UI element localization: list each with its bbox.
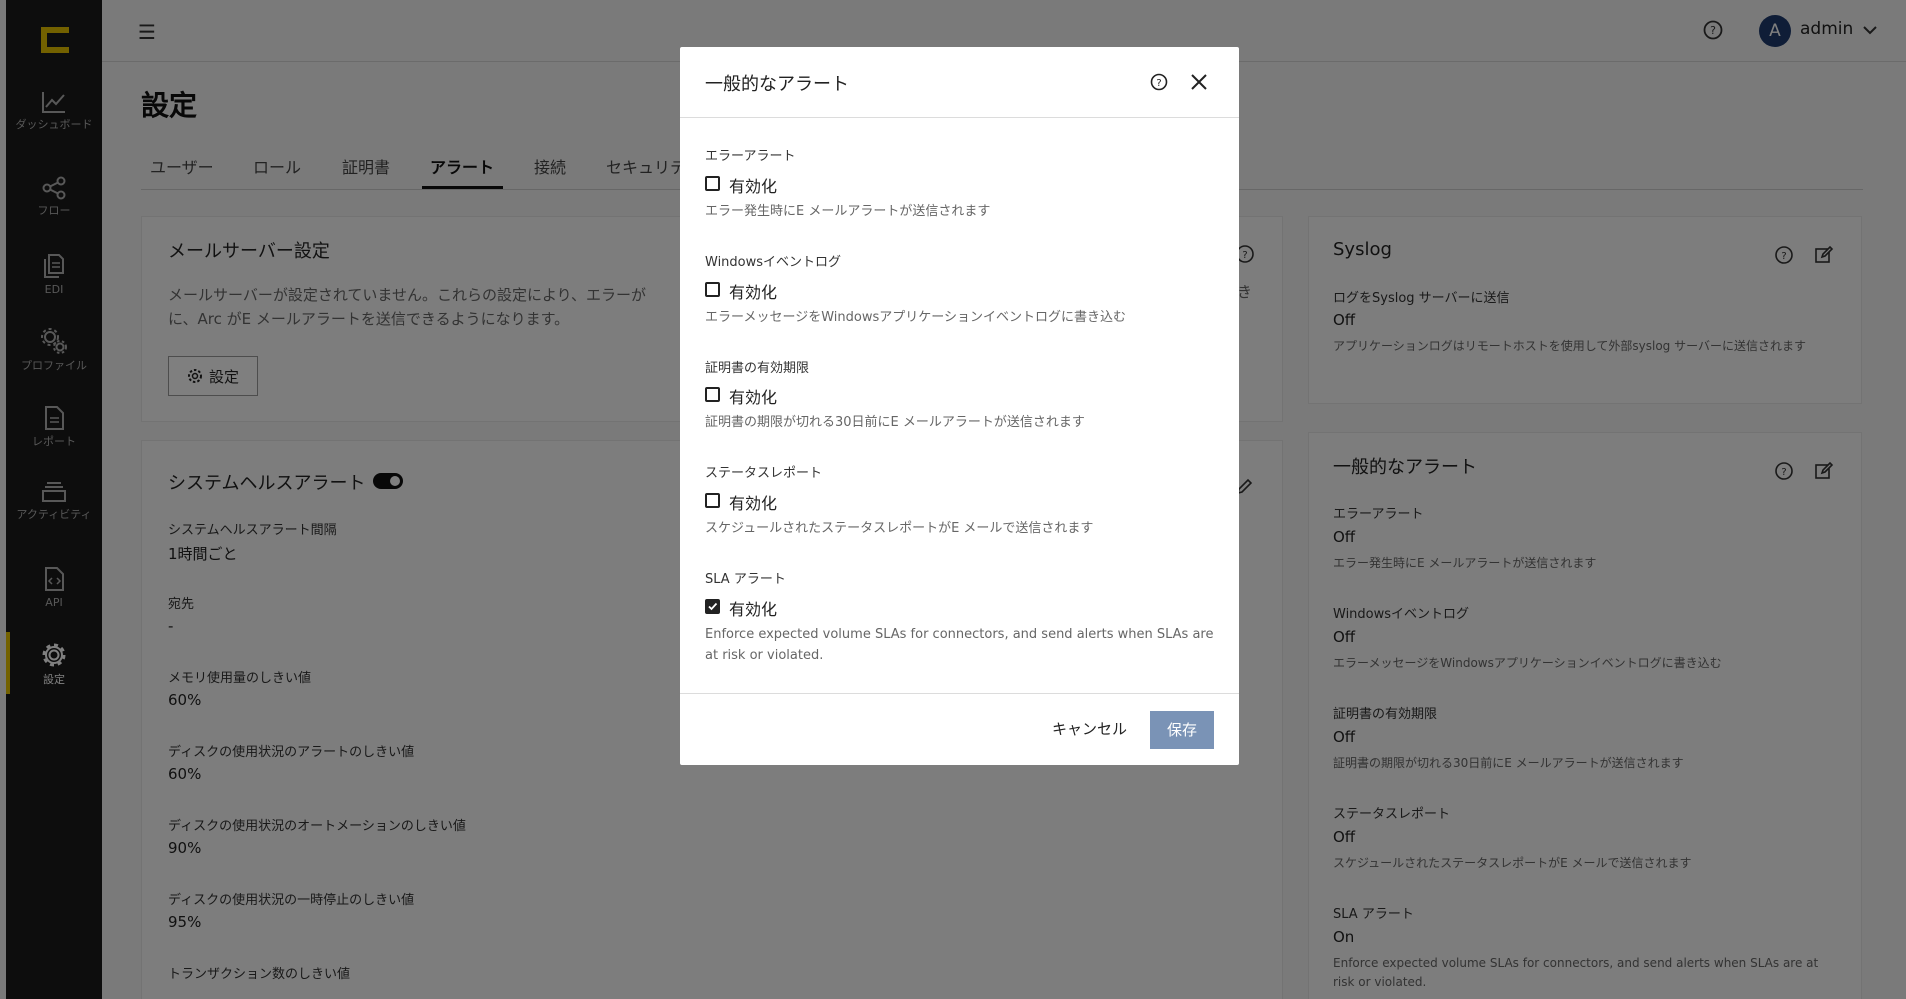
cert-expiry-checkbox[interactable] <box>705 387 720 402</box>
section-description: 証明書の期限が切れる30日前にE メールアラートが送信されます <box>705 415 1085 430</box>
modal-footer: キャンセル 保存 <box>680 693 1239 765</box>
section-description: エラー発生時にE メールアラートが送信されます <box>705 204 991 219</box>
section-label: ステータスレポート <box>705 466 823 481</box>
sla-alert-checkbox[interactable] <box>705 599 720 614</box>
checkbox-label[interactable]: 有効化 <box>729 279 777 303</box>
checkbox-label[interactable]: 有効化 <box>729 490 777 514</box>
section-label: SLA アラート <box>705 572 786 587</box>
checkbox-label[interactable]: 有効化 <box>729 173 777 197</box>
section-label: 証明書の有効期限 <box>705 361 810 376</box>
error-alert-checkbox[interactable] <box>705 176 720 191</box>
windows-eventlog-checkbox[interactable] <box>705 282 720 297</box>
svg-text:?: ? <box>1156 78 1161 89</box>
help-icon[interactable]: ? <box>1149 72 1169 92</box>
modal-title: 一般的なアラート <box>705 74 849 95</box>
checkmark-icon <box>708 602 718 611</box>
save-button[interactable]: 保存 <box>1150 711 1214 749</box>
section-description: Enforce expected volume SLAs for connect… <box>705 627 1214 663</box>
modal-header: 一般的なアラート ? <box>680 47 1239 118</box>
general-alerts-modal: 一般的なアラート ? エラーアラート 有効化 エラー発生時にE メールアラートが… <box>680 47 1239 765</box>
status-report-checkbox[interactable] <box>705 493 720 508</box>
checkbox-label[interactable]: 有効化 <box>729 384 777 408</box>
checkbox-label[interactable]: 有効化 <box>729 596 777 620</box>
section-description: エラーメッセージをWindowsアプリケーションイベントログに書き込む <box>705 310 1126 325</box>
section-label: Windowsイベントログ <box>705 255 842 270</box>
cancel-button[interactable]: キャンセル <box>1052 718 1127 739</box>
close-icon[interactable] <box>1189 72 1209 92</box>
section-label: エラーアラート <box>705 149 796 164</box>
section-description: スケジュールされたステータスレポートがE メールで送信されます <box>705 521 1094 536</box>
